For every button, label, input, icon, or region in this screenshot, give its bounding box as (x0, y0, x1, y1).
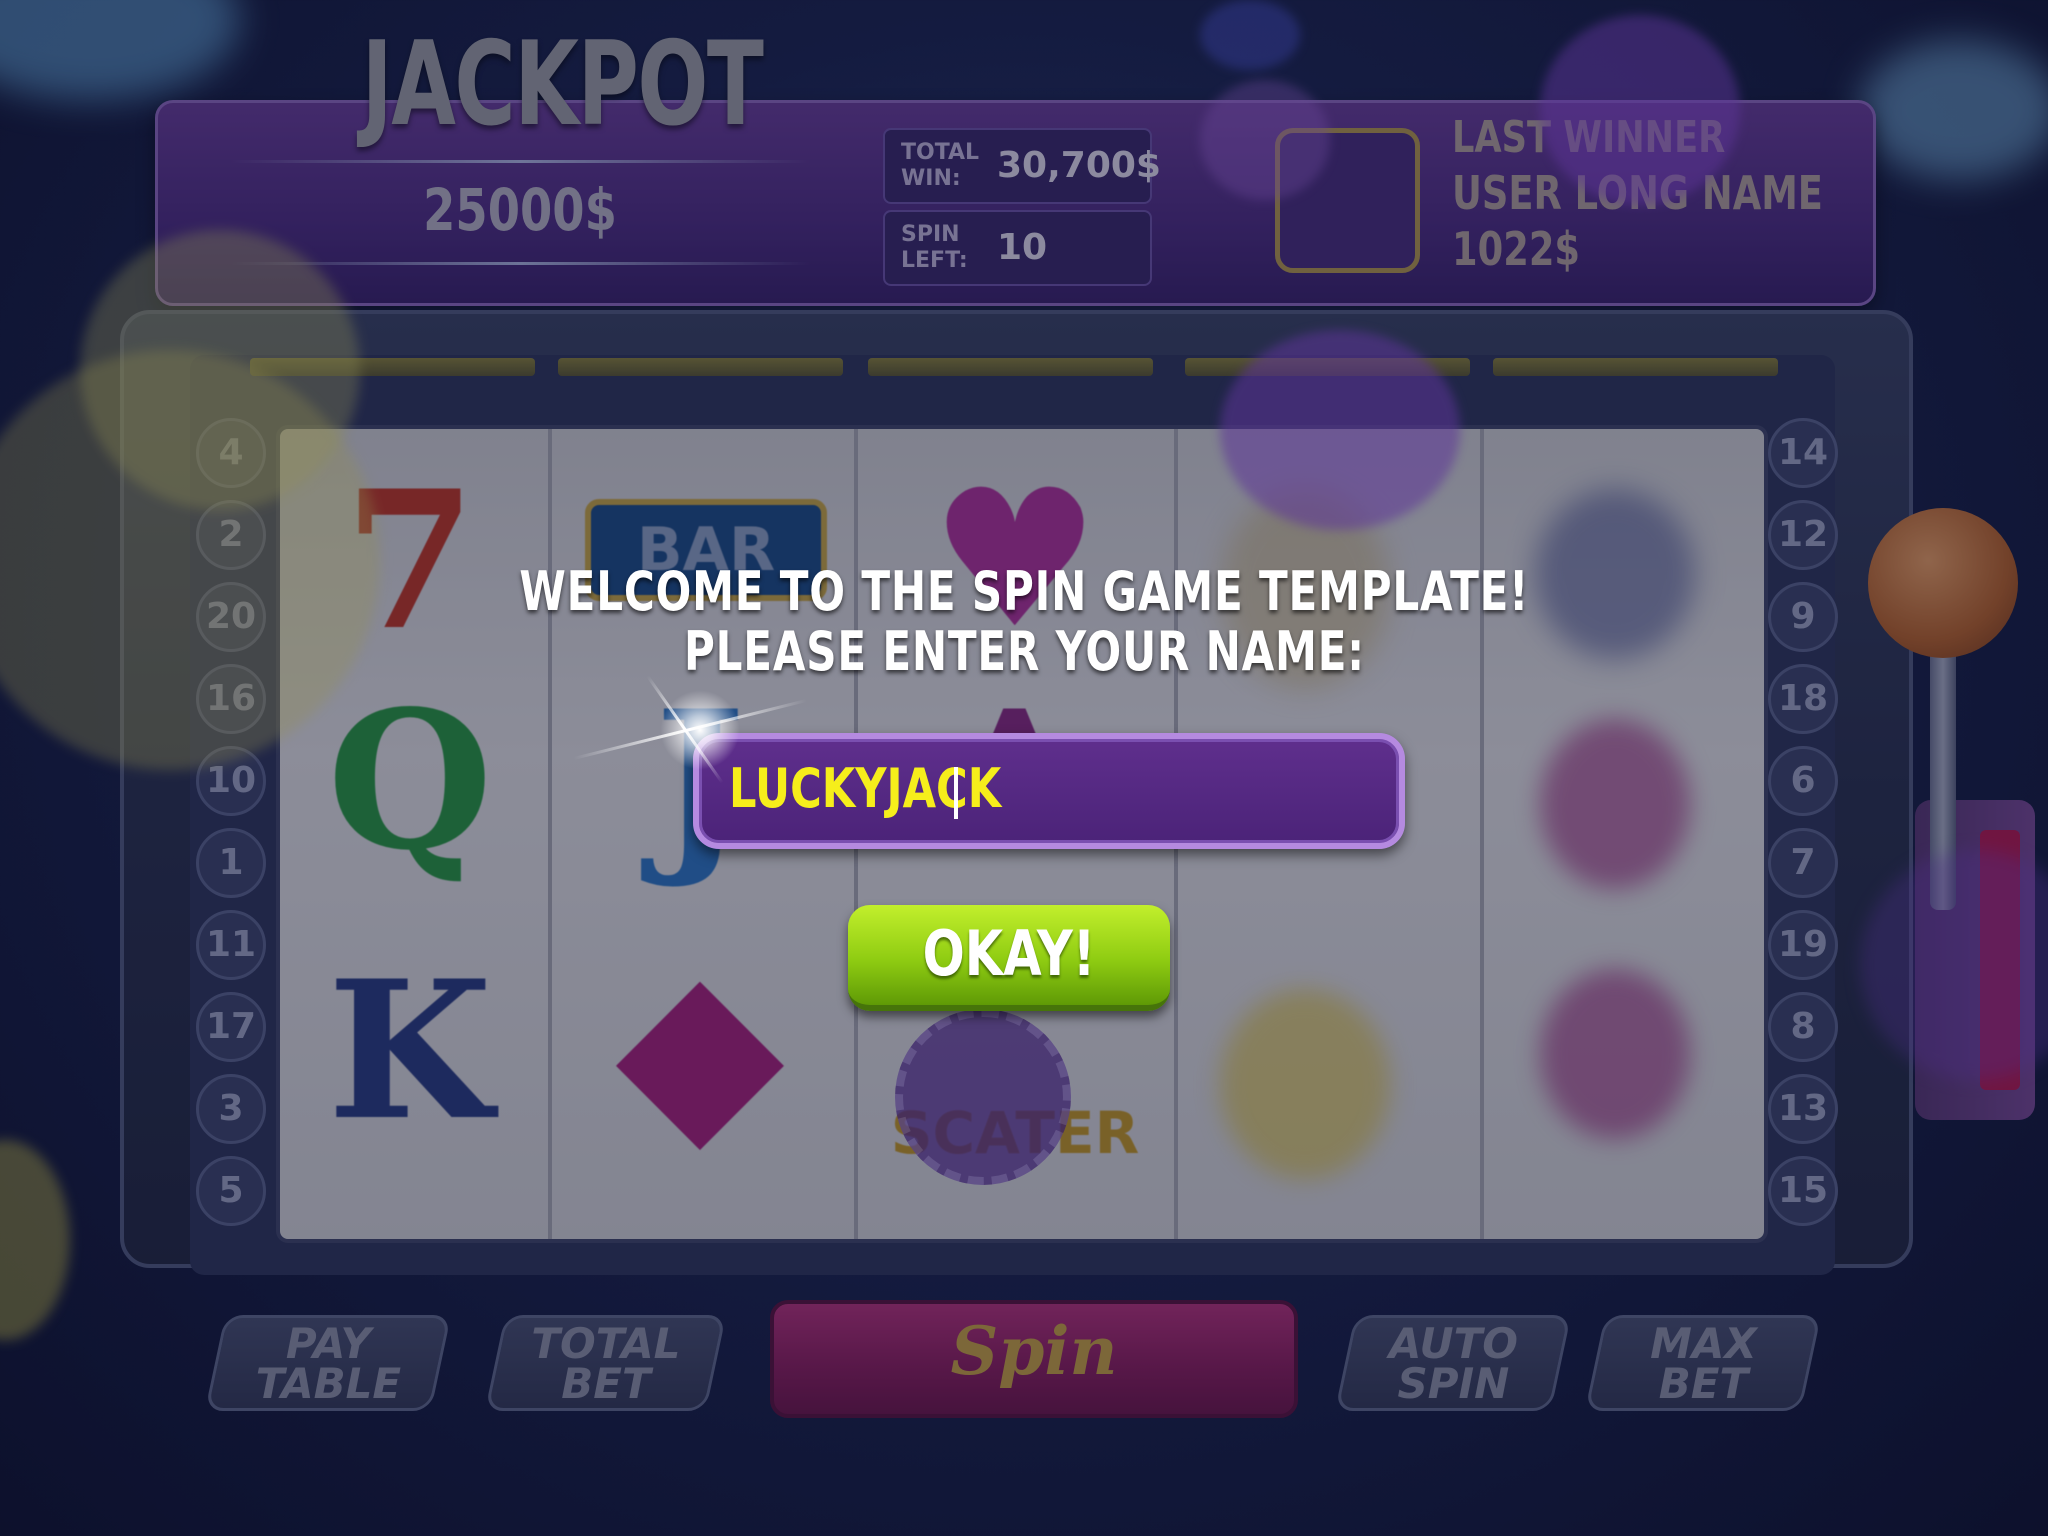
text-caret (954, 767, 958, 819)
player-name-input[interactable]: LUCKYJACK (693, 733, 1405, 849)
sparkle-icon (660, 690, 740, 770)
okay-button-label: OKAY! (922, 917, 1096, 990)
welcome-heading: WELCOME TO THE SPIN GAME TEMPLATE! (0, 560, 2048, 623)
enter-name-prompt: PLEASE ENTER YOUR NAME: (0, 620, 2048, 683)
okay-button[interactable]: OKAY! (848, 905, 1170, 1011)
welcome-heading-text: WELCOME TO THE SPIN GAME TEMPLATE! (519, 560, 1529, 623)
slot-game-screen: JACKPOT 25000$ TOTAL WIN: 30,700$ SPIN L… (0, 0, 2048, 1536)
enter-name-prompt-text: PLEASE ENTER YOUR NAME: (683, 620, 1365, 683)
player-name-value: LUCKYJACK (729, 757, 1002, 820)
